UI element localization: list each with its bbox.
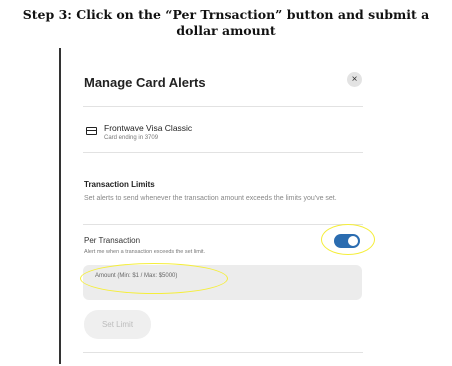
- divider: [83, 152, 363, 153]
- divider: [83, 352, 363, 353]
- transaction-limits-title: Transaction Limits: [84, 180, 155, 189]
- credit-card-icon: [86, 127, 97, 135]
- card-name: Frontwave Visa Classic: [104, 123, 193, 133]
- close-button[interactable]: ×: [347, 72, 362, 87]
- highlight-ellipse-amount: [80, 263, 228, 294]
- set-limit-button[interactable]: Set Limit: [84, 310, 151, 339]
- divider: [83, 106, 363, 107]
- highlight-ellipse-toggle: [321, 224, 375, 255]
- transaction-limits-description: Set alerts to send whenever the transact…: [84, 195, 337, 202]
- per-transaction-label: Per Transaction: [84, 236, 141, 245]
- modal-title: Manage Card Alerts: [84, 75, 206, 90]
- close-icon[interactable]: ×: [352, 74, 358, 85]
- per-transaction-description: Alert me when a transaction exceeds the …: [84, 249, 206, 255]
- instruction-step-text: Step 3: Click on the “Per Trnsaction” bu…: [22, 7, 430, 38]
- card-ending: Card ending in 3709: [104, 135, 159, 141]
- divider: [83, 224, 363, 225]
